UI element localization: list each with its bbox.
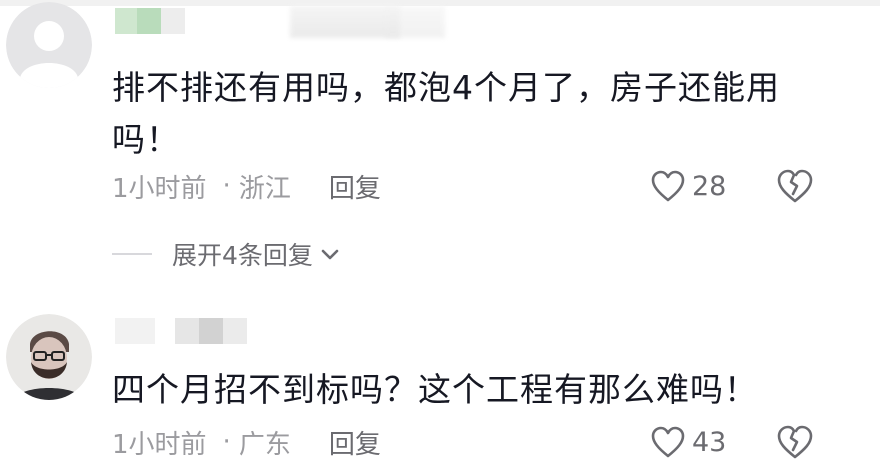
like-button[interactable]: 43: [650, 422, 726, 462]
expand-replies-button[interactable]: 展开4条回复: [112, 236, 341, 272]
chevron-down-icon: [321, 249, 339, 260]
blurred-user-tag: [290, 6, 400, 38]
broken-heart-icon[interactable]: [776, 424, 814, 460]
heart-outline-icon: [651, 170, 685, 202]
like-button[interactable]: 28: [650, 166, 726, 206]
reply-button[interactable]: 回复: [329, 168, 381, 205]
comment-text: 排不排还有用吗，都泡4个月了，房子还能用吗！: [112, 68, 780, 159]
comment-meta: 1小时前 · 浙江 回复 28: [112, 166, 842, 206]
reply-button[interactable]: 回复: [329, 424, 381, 461]
default-avatar-icon[interactable]: [6, 2, 92, 88]
expand-divider: [112, 253, 152, 255]
username-mosaic[interactable]: [115, 8, 185, 34]
comment-location: 广东: [238, 429, 291, 460]
heart-outline-icon: [651, 426, 685, 458]
username-mosaic[interactable]: [115, 318, 247, 344]
comment-text: 四个月招不到标吗？这个工程有那么难吗！: [112, 370, 758, 409]
bearded-man-avatar-icon[interactable]: [6, 314, 92, 400]
comment-item: 四个月招不到标吗？这个工程有那么难吗！ 1小时前 · 广东 回复 43: [0, 300, 880, 475]
like-count: 28: [692, 170, 727, 202]
broken-heart-icon[interactable]: [776, 168, 814, 204]
meta-separator: ·: [222, 171, 231, 201]
comment-item: 排不排还有用吗，都泡4个月了，房子还能用吗！ 1小时前 · 浙江 回复 28 展…: [0, 0, 880, 290]
like-count: 43: [692, 426, 727, 458]
comment-meta: 1小时前 · 广东 回复 43: [112, 422, 842, 462]
comment-time: 1小时前: [112, 173, 207, 204]
expand-replies-label: 展开4条回复: [172, 241, 313, 270]
comment-time: 1小时前: [112, 429, 207, 460]
comment-location: 浙江: [238, 173, 291, 204]
blurred-user-tag: [385, 6, 445, 38]
meta-separator: ·: [222, 427, 231, 457]
